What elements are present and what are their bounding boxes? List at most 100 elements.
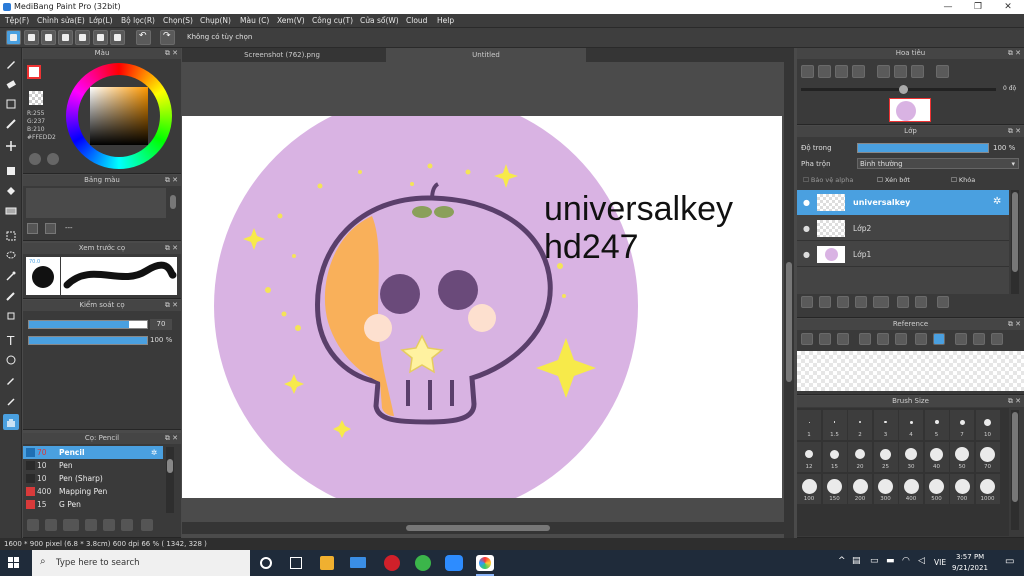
new-layer-icon[interactable] (801, 296, 813, 308)
palette-scrollbar[interactable] (170, 195, 176, 209)
navigator-thumbnail[interactable] (889, 98, 931, 122)
menu-select[interactable]: Chọn(S) (163, 16, 193, 25)
bucket-tool-icon[interactable] (3, 183, 19, 199)
delete-layer-icon[interactable] (937, 296, 949, 308)
brush-size-cell[interactable]: 40 (924, 442, 949, 472)
drawing-canvas[interactable]: universalkey hd247 (182, 116, 782, 498)
delete-brush-icon[interactable] (141, 519, 153, 531)
brush-size-scrollbar[interactable] (1011, 410, 1019, 530)
opera-icon[interactable] (384, 555, 400, 571)
zoom-in-icon[interactable] (801, 65, 814, 78)
eye-icon[interactable]: ● (803, 198, 810, 207)
brush-tool-icon[interactable] (3, 56, 19, 72)
brush-item-g-pen[interactable]: 15 G Pen (23, 498, 163, 511)
volume-icon[interactable]: ◁ (918, 556, 925, 566)
rotate-right-icon[interactable] (894, 65, 907, 78)
dot-tool-icon[interactable] (3, 116, 19, 132)
merge-layer-icon[interactable] (915, 296, 927, 308)
eraser-tool-icon[interactable] (3, 76, 19, 92)
hand-tool-icon[interactable] (3, 414, 19, 430)
panel-close-icon[interactable]: ⧉ ✕ (1008, 319, 1021, 330)
move-tool-icon[interactable] (3, 138, 19, 154)
snap-icon[interactable] (93, 30, 108, 45)
brush-size-cell[interactable]: 2 (848, 410, 872, 440)
brush-size-cell[interactable]: 100 (797, 474, 821, 504)
clock-date[interactable]: 9/21/2021 (952, 564, 988, 572)
chevron-up-icon[interactable]: ^ (838, 556, 846, 566)
brush-size-cell[interactable]: 3 (873, 410, 898, 440)
canvas-horizontal-scrollbar[interactable] (182, 522, 784, 534)
language-indicator[interactable]: VIE (934, 558, 946, 567)
brush-folder-icon[interactable] (103, 519, 115, 531)
brush-size-cell[interactable]: 70 (975, 442, 1000, 472)
blend-mode-select[interactable]: Bình thường ▾ (857, 158, 1019, 169)
transparent-swatch[interactable] (29, 91, 43, 105)
color-mode-icon[interactable] (29, 153, 41, 165)
gradient-tool-icon[interactable] (3, 203, 19, 219)
brush-size-cell[interactable]: 400 (899, 474, 923, 504)
brush-size-cell[interactable]: 1 (797, 410, 821, 440)
brush-size-cell[interactable]: 10 (975, 410, 1000, 440)
windows-start-icon[interactable] (8, 557, 20, 569)
wifi-icon[interactable]: ◠ (902, 556, 910, 566)
brush-size-cell[interactable]: 150 (822, 474, 847, 504)
rotate-right-icon[interactable] (973, 333, 985, 345)
close-icon[interactable] (837, 333, 849, 345)
rotate-left-icon[interactable] (877, 65, 890, 78)
rectangle-tool-icon[interactable] (3, 96, 19, 112)
rotate-left-icon[interactable] (955, 333, 967, 345)
layer-row-lop2[interactable]: ● Lớp2 (797, 216, 1009, 241)
brush-size-cell[interactable]: 20 (848, 442, 872, 472)
menu-filter[interactable]: Bộ lọc(R) (121, 16, 155, 25)
menu-view[interactable]: Xem(V) (277, 16, 305, 25)
brush-menu-icon[interactable] (63, 519, 79, 531)
brush-size-cell[interactable]: 200 (848, 474, 872, 504)
undo-icon[interactable]: ↶ (136, 30, 151, 45)
brush-size-cell[interactable]: 1000 (975, 474, 1000, 504)
select-eraser-tool-icon[interactable] (3, 308, 19, 324)
hand-point-tool-icon[interactable] (3, 352, 19, 368)
brush-size-cell[interactable]: 12 (797, 442, 821, 472)
layer-opacity-slider[interactable] (857, 143, 989, 153)
color-wheel[interactable] (66, 63, 172, 169)
menu-cloud[interactable]: Cloud (406, 16, 427, 25)
select-tool-icon[interactable] (3, 228, 19, 244)
text-tool-icon[interactable]: T (3, 332, 19, 348)
brush-size-cell[interactable]: 50 (950, 442, 974, 472)
clock-time[interactable]: 3:57 PM (956, 553, 984, 561)
layer-row-lop1[interactable]: ● Lớp1 (797, 242, 1009, 267)
lasso-tool-icon[interactable] (3, 248, 19, 264)
eyedropper-icon[interactable] (915, 333, 927, 345)
eyedropper-tool-icon[interactable] (3, 372, 19, 388)
menu-edit[interactable]: Chỉnh sửa(E) (37, 16, 85, 25)
new-brush-icon[interactable] (45, 519, 57, 531)
minimize-button[interactable]: — (933, 0, 963, 14)
panel-close-icon[interactable]: ⧉ ✕ (165, 243, 178, 254)
panel-close-icon[interactable]: ⧉ ✕ (165, 48, 178, 59)
grid-icon[interactable] (75, 30, 90, 45)
panel-close-icon[interactable]: ⧉ ✕ (165, 175, 178, 186)
reference-image-area[interactable] (797, 351, 1024, 391)
open-folder-icon[interactable] (819, 333, 831, 345)
browser-icon[interactable] (415, 555, 431, 571)
layer-settings-icon[interactable]: ✲ (993, 196, 1001, 207)
settings-icon[interactable] (110, 30, 125, 45)
menu-file[interactable]: Tệp(F) (5, 16, 29, 25)
zoom-app-icon[interactable] (445, 555, 463, 571)
brush-size-cell[interactable]: 500 (924, 474, 949, 504)
task-view-icon[interactable] (290, 557, 302, 569)
rotation-slider[interactable] (801, 85, 996, 94)
eye-icon[interactable]: ● (803, 224, 810, 233)
cloud-icon[interactable] (801, 333, 813, 345)
maximize-button[interactable]: ❐ (963, 0, 993, 14)
saturation-square[interactable] (90, 87, 148, 145)
brush-opacity-slider[interactable] (28, 336, 148, 345)
brush-copy-icon[interactable] (85, 519, 97, 531)
brush-size-cell[interactable]: 1.5 (822, 410, 847, 440)
tab-untitled[interactable]: Untitled (386, 48, 586, 62)
protect-alpha-checkbox[interactable]: ☐ Bảo vệ alpha (803, 176, 853, 184)
menu-window[interactable]: Cửa sổ(W) (360, 16, 399, 25)
store-icon[interactable] (320, 556, 334, 570)
delete-palette-icon[interactable] (45, 223, 56, 234)
menu-tools[interactable]: Công cụ(T) (312, 16, 353, 25)
